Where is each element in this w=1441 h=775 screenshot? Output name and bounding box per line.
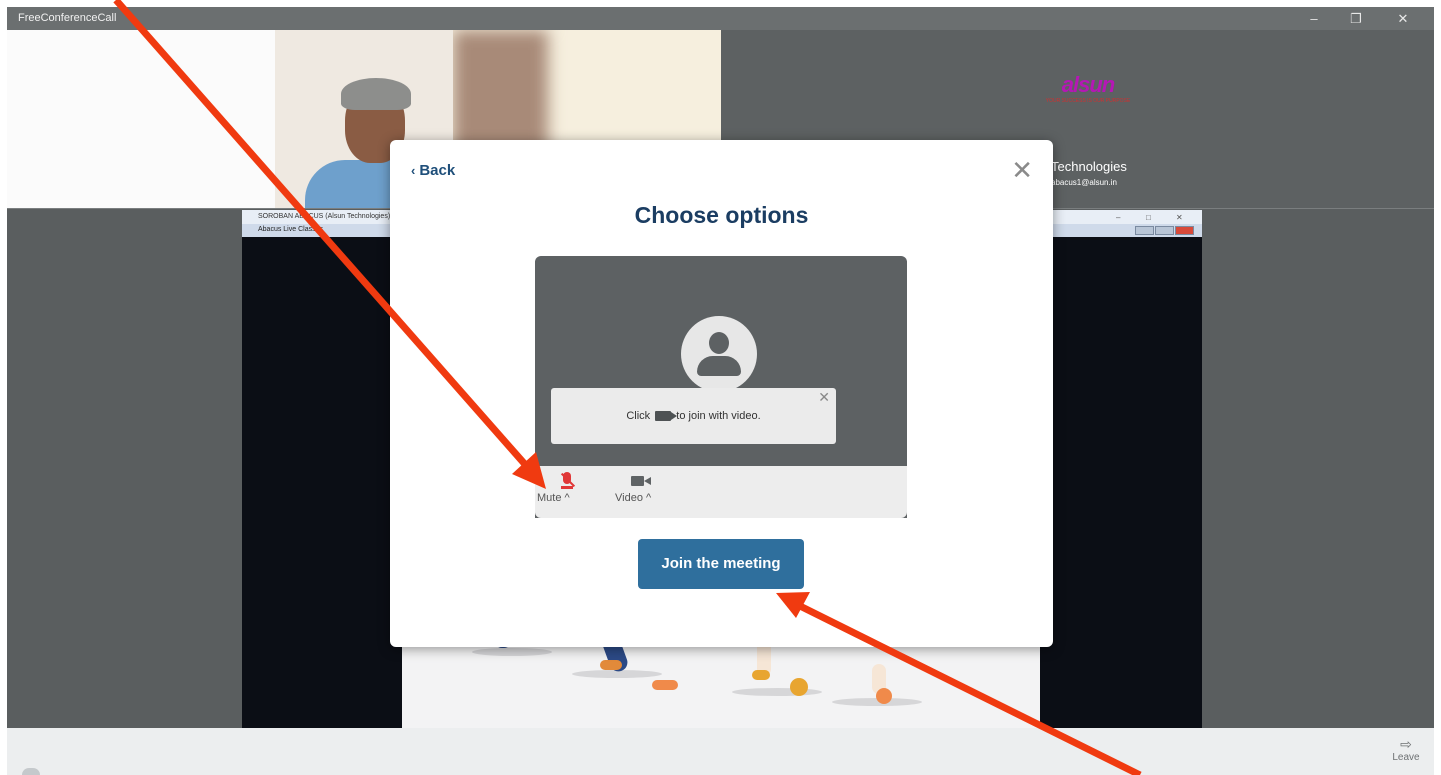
dialog-title: Choose options	[634, 202, 809, 228]
alsun-logo: alsun YOUR SUCCESS IS OUR PURPOSE	[1043, 72, 1133, 112]
join-meeting-button[interactable]: Join the meeting	[638, 539, 804, 589]
video-tile-empty	[7, 30, 275, 208]
participant-email: abacus1@alsun.in	[1051, 178, 1117, 187]
media-controls: Mute ^ Video ^	[535, 466, 907, 518]
tip-close-button[interactable]: ✕	[818, 390, 830, 404]
logo-brand: alsun	[1061, 72, 1115, 97]
bottom-toolbar: ⇨ Leave	[7, 728, 1434, 775]
leave-button[interactable]: ⇨ Leave	[1392, 736, 1420, 763]
leave-icon: ⇨	[1400, 736, 1412, 752]
video-tip-toast: Click to join with video. ✕	[551, 388, 836, 444]
participant-name: Technologies	[1051, 159, 1127, 174]
shared-max-icon: □	[1146, 213, 1151, 222]
camera-icon	[655, 411, 678, 422]
chevron-left-icon: ‹	[411, 163, 416, 178]
close-window-button[interactable]: ✕	[1385, 7, 1421, 30]
shared-close-icon: ✕	[1176, 213, 1183, 222]
mute-control[interactable]: Mute ^	[537, 472, 576, 504]
corner-widget	[22, 768, 40, 775]
shared-tab-title: Abacus Live Classes	[258, 226, 323, 233]
participant-hair	[341, 78, 411, 110]
maximize-button[interactable]: ❐	[1338, 7, 1374, 30]
shared-min-icon: –	[1116, 213, 1121, 222]
shared-window-title: SOROBAN ABACUS (Alsun Technologies)	[258, 213, 391, 220]
video-caret-icon[interactable]: ^	[646, 492, 651, 504]
video-camera-icon	[631, 472, 651, 492]
shared-illustration	[402, 638, 1040, 728]
mute-label: Mute	[537, 492, 562, 504]
mic-muted-icon	[559, 472, 576, 492]
tip-text-before: Click	[626, 410, 651, 422]
logo-tagline: YOUR SUCCESS IS OUR PURPOSE	[1045, 98, 1131, 104]
back-button[interactable]: ‹ Back	[411, 162, 455, 179]
shared-window-buttons	[1134, 226, 1196, 235]
back-label: Back	[419, 162, 456, 179]
video-label: Video	[615, 492, 643, 504]
leave-label: Leave	[1392, 752, 1420, 763]
choose-options-dialog: ‹ Back ✕ Choose options Click to join wit…	[390, 140, 1053, 647]
titlebar: FreeConferenceCall – ❐ ✕	[7, 7, 1434, 30]
window-title: FreeConferenceCall	[18, 12, 117, 24]
minimize-button[interactable]: –	[1296, 7, 1332, 30]
mute-caret-icon[interactable]: ^	[565, 492, 570, 504]
dialog-close-button[interactable]: ✕	[1011, 157, 1033, 183]
user-avatar-icon	[681, 316, 757, 392]
video-control[interactable]: Video ^	[615, 472, 651, 504]
tip-text-after: to join with video.	[676, 410, 761, 422]
